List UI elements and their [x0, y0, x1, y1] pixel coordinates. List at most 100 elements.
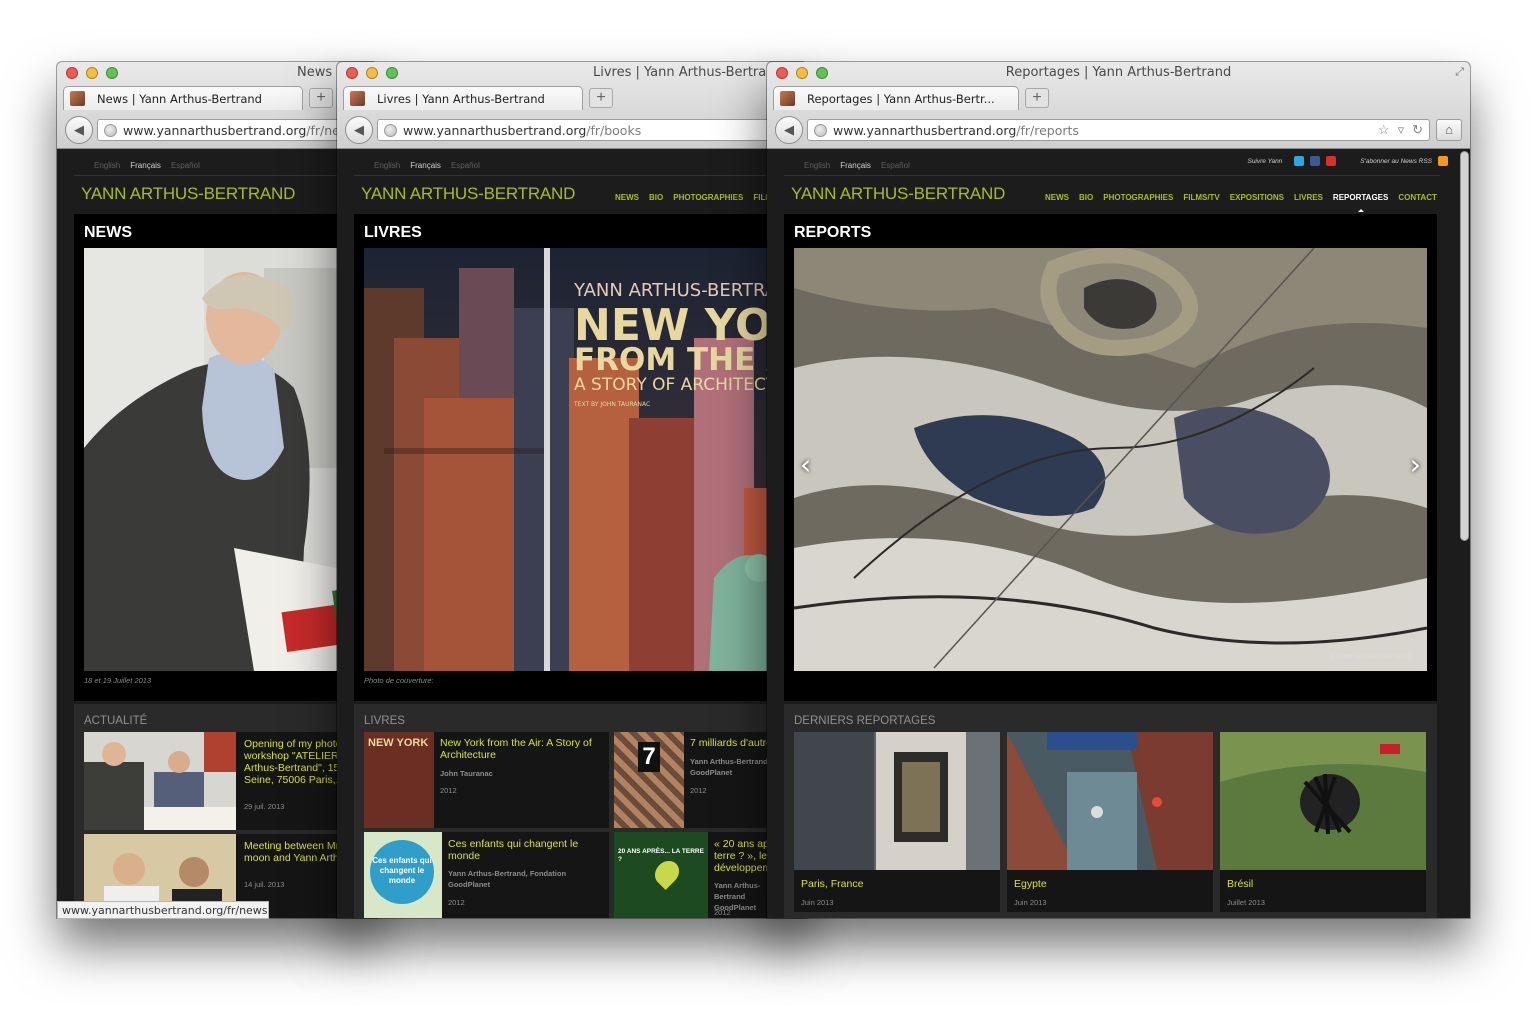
menu-expositions[interactable]: EXPOSITIONS: [1230, 193, 1284, 202]
browser-chrome: Livres | Yann Arthus-Bertrand Livres | Y…: [337, 62, 807, 149]
lang-espanol[interactable]: Español: [451, 161, 480, 170]
lang-francais[interactable]: Français: [130, 161, 161, 170]
zoom-window-button[interactable]: [106, 67, 118, 79]
scrollbar[interactable]: [1460, 151, 1469, 541]
tab-news[interactable]: News | Yann Arthus-Bertrand: [63, 86, 303, 110]
lang-english[interactable]: English: [804, 161, 830, 170]
book-item[interactable]: NEW YORK New York from the Air: A Story …: [364, 732, 609, 828]
menu-contact[interactable]: CONTACT: [1398, 193, 1437, 202]
lang-english[interactable]: English: [374, 161, 400, 170]
twitter-icon[interactable]: [1294, 156, 1305, 166]
back-arrow-icon[interactable]: ◀: [775, 116, 803, 144]
tab-reports[interactable]: Reportages | Yann Arthus-Bertr...: [773, 86, 1019, 110]
lang-francais[interactable]: Français: [410, 161, 441, 170]
new-tab-button[interactable]: +: [309, 88, 333, 108]
menu-bio[interactable]: BIO: [649, 193, 663, 202]
report-card[interactable]: Brésil Juillet 2013: [1220, 732, 1426, 912]
fullscreen-icon[interactable]: ⤢: [1455, 66, 1464, 79]
next-slide-arrow-icon[interactable]: ›: [1410, 448, 1421, 481]
lang-espanol[interactable]: Español: [171, 161, 200, 170]
window-controls: [776, 67, 828, 79]
report-slideshow[interactable]: ‹ › © YANN ARTHUS-BERTRAND: [794, 248, 1427, 671]
browser-chrome: Reportages | Yann Arthus-Bertrand ⤢ Repo…: [767, 62, 1470, 149]
section-heading: ACTUALITÉ: [84, 715, 148, 727]
book-item-title[interactable]: New York from the Air: A Story of Archit…: [440, 737, 605, 761]
lang-espanol[interactable]: Español: [881, 161, 910, 170]
browser-window-news[interactable]: News | Yann Arthus-Bertrand News | Yann …: [57, 62, 377, 918]
close-window-button[interactable]: [66, 67, 78, 79]
close-window-button[interactable]: [346, 67, 358, 79]
facebook-icon[interactable]: [1310, 156, 1321, 166]
menu-news[interactable]: NEWS: [615, 193, 639, 202]
back-arrow-icon[interactable]: ◀: [345, 116, 373, 144]
browser-chrome: News | Yann Arthus-Bertrand News | Yann …: [57, 62, 377, 149]
book-thumbnail: NEW YORK: [364, 732, 434, 828]
site-logo[interactable]: YANN ARTHUS-BERTRAND: [791, 184, 1005, 204]
menu-livres[interactable]: LIVRES: [1294, 193, 1323, 202]
globe-icon: [384, 123, 397, 137]
report-feature: REPORTS ‹ › © YANN ARTHUS-BERTRAND: [784, 214, 1437, 701]
page-title: NEWS: [84, 224, 132, 241]
favicon-icon: [350, 91, 365, 106]
menu-bio[interactable]: BIO: [1079, 193, 1093, 202]
divider: [74, 175, 377, 176]
back-arrow-icon[interactable]: ◀: [65, 116, 93, 144]
previous-slide-arrow-icon[interactable]: ‹: [800, 448, 811, 481]
menu-reportages[interactable]: REPORTAGES: [1333, 193, 1388, 212]
window-controls: [66, 67, 118, 79]
report-card-title[interactable]: Paris, France: [801, 878, 863, 890]
report-card-title[interactable]: Egypte: [1014, 878, 1047, 890]
news-feature: NEWS 18 et 19 Juillet 2013: [74, 214, 377, 701]
minimize-window-button[interactable]: [366, 67, 378, 79]
report-card[interactable]: Paris, France Juin 2013: [794, 732, 1000, 912]
star-icon[interactable]: ☆: [1378, 122, 1390, 138]
menu-films[interactable]: FILMS/TV: [1183, 193, 1219, 202]
window-title: Reportages | Yann Arthus-Bertrand: [1005, 65, 1232, 80]
zoom-window-button[interactable]: [386, 67, 398, 79]
home-icon[interactable]: ⌂: [1436, 119, 1462, 141]
address-bar[interactable]: www.yannarthusbertrand.org/fr/reports ☆ …: [807, 119, 1430, 141]
zoom-window-button[interactable]: [816, 67, 828, 79]
minimize-window-button[interactable]: [86, 67, 98, 79]
menu-photographies[interactable]: PHOTOGRAPHIES: [1103, 193, 1173, 202]
news-item[interactable]: Opening of my photographic workshop "ATE…: [84, 732, 377, 830]
new-tab-button[interactable]: +: [589, 88, 613, 108]
photo-credit: © YANN ARTHUS-BERTRAND: [1330, 655, 1413, 661]
report-card[interactable]: Egypte Juin 2013: [1007, 732, 1213, 912]
book-item[interactable]: Ces enfants qui changent le monde Ces en…: [364, 832, 609, 918]
follow-label: Suivre Yann: [1247, 157, 1283, 165]
browser-window-books[interactable]: Livres | Yann Arthus-Bertrand Livres | Y…: [337, 62, 807, 918]
site-logo[interactable]: YANN ARTHUS-BERTRAND: [361, 184, 575, 204]
photo-caption: 18 et 19 Juillet 2013: [84, 676, 152, 685]
report-thumbnail: [1220, 732, 1426, 870]
window-title: News | Yann Arthus-Bertrand: [297, 65, 337, 80]
lang-francais[interactable]: Français: [840, 161, 871, 170]
globe-icon: [814, 123, 827, 137]
tab-books[interactable]: Livres | Yann Arthus-Bertrand: [343, 86, 583, 110]
menu-photographies[interactable]: PHOTOGRAPHIES: [673, 193, 743, 202]
rss-icon[interactable]: [1438, 156, 1448, 166]
browser-window-reports[interactable]: Reportages | Yann Arthus-Bertrand ⤢ Repo…: [767, 62, 1470, 918]
feature-photo[interactable]: [84, 248, 377, 671]
news-list-section: ACTUALITÉ Opening of my photographic wor…: [74, 704, 377, 918]
main-menu: NEWS BIO PHOTOGRAPHIES FILMS/TV: [615, 193, 790, 202]
book-thumbnail: 7: [614, 732, 684, 828]
url-domain: www.yannarthusbertrand.org: [833, 122, 1017, 138]
menu-news[interactable]: NEWS: [1045, 193, 1069, 202]
close-window-button[interactable]: [776, 67, 788, 79]
new-tab-button[interactable]: +: [1025, 88, 1049, 108]
site-logo[interactable]: YANN ARTHUS-BERTRAND: [81, 184, 295, 204]
dropdown-icon[interactable]: ▿: [1398, 122, 1405, 138]
web-page: English Français Español YANN ARTHUS-BER…: [337, 149, 807, 918]
book-item-title[interactable]: Ces enfants qui changent le monde: [448, 838, 603, 862]
youtube-icon[interactable]: [1326, 156, 1337, 166]
address-bar[interactable]: www.yannarthusbertrand.org/fr/books: [377, 119, 807, 141]
book-item-date: 2012: [690, 786, 707, 795]
book-cover[interactable]: YANN ARTHUS-BERTRAND NEW YORK FROM THE A…: [364, 248, 807, 671]
rss-label[interactable]: S'abonner au News RSS: [1360, 158, 1432, 165]
report-card-title[interactable]: Brésil: [1227, 878, 1253, 890]
lang-english[interactable]: English: [94, 161, 120, 170]
address-bar[interactable]: www.yannarthusbertrand.org/fr/news: [97, 119, 369, 141]
minimize-window-button[interactable]: [796, 67, 808, 79]
reload-icon[interactable]: ↻: [1412, 122, 1423, 138]
